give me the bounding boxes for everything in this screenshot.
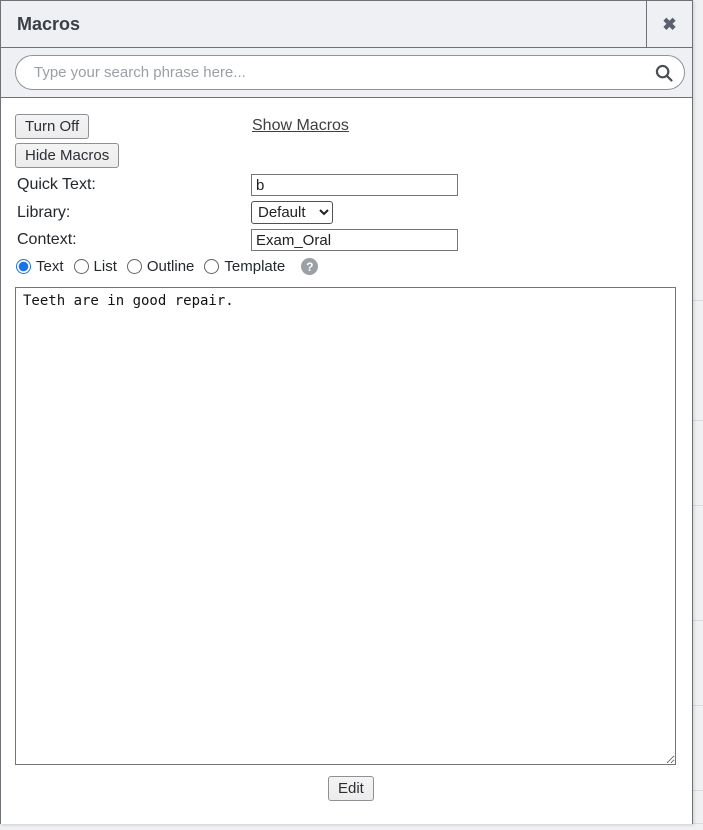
search-pill — [15, 55, 685, 90]
background-page-line — [693, 790, 703, 791]
background-page-line — [693, 300, 703, 301]
outline-radio[interactable] — [127, 259, 142, 274]
library-select[interactable]: Default — [251, 201, 333, 224]
background-page-line — [693, 505, 703, 506]
help-icon[interactable]: ? — [301, 258, 318, 275]
outline-radio-label[interactable]: Outline — [147, 258, 195, 275]
show-macros-link[interactable]: Show Macros — [252, 117, 349, 135]
background-page-line — [693, 705, 703, 706]
list-radio[interactable] — [74, 259, 89, 274]
list-radio-label[interactable]: List — [94, 258, 117, 275]
quick-text-label: Quick Text: — [17, 176, 96, 194]
search-input[interactable] — [16, 64, 644, 81]
close-button[interactable]: ✖ — [646, 1, 692, 47]
dialog-content: Turn Off Show Macros Hide Macros Quick T… — [1, 98, 692, 824]
background-page — [692, 0, 703, 830]
macro-type-radio-group: Text List Outline Template ? — [16, 258, 318, 275]
context-label: Context: — [17, 231, 77, 249]
radio-option-list[interactable]: List — [74, 258, 117, 275]
close-icon: ✖ — [662, 16, 676, 33]
library-label: Library: — [17, 204, 70, 222]
dialog-header: Macros ✖ — [1, 1, 692, 48]
macros-dialog: Macros ✖ Turn Off Show Macros Hide Macro… — [0, 0, 693, 824]
background-page-line — [693, 620, 703, 621]
background-page-bottom — [0, 823, 703, 830]
search-icon[interactable] — [644, 62, 684, 84]
text-radio[interactable] — [16, 259, 31, 274]
text-radio-label[interactable]: Text — [36, 258, 64, 275]
macro-text-editor[interactable]: Teeth are in good repair. — [15, 287, 676, 765]
template-radio[interactable] — [204, 259, 219, 274]
edit-button[interactable]: Edit — [328, 776, 374, 801]
template-radio-label[interactable]: Template — [224, 258, 285, 275]
context-input[interactable] — [251, 229, 458, 251]
radio-option-outline[interactable]: Outline — [127, 258, 195, 275]
radio-option-template[interactable]: Template — [204, 258, 285, 275]
dialog-title: Macros — [1, 14, 646, 35]
turn-off-button[interactable]: Turn Off — [15, 114, 89, 139]
search-band — [1, 48, 692, 98]
hide-macros-button[interactable]: Hide Macros — [15, 143, 119, 168]
background-page-line — [693, 420, 703, 421]
quick-text-input[interactable] — [251, 174, 458, 196]
radio-option-text[interactable]: Text — [16, 258, 64, 275]
